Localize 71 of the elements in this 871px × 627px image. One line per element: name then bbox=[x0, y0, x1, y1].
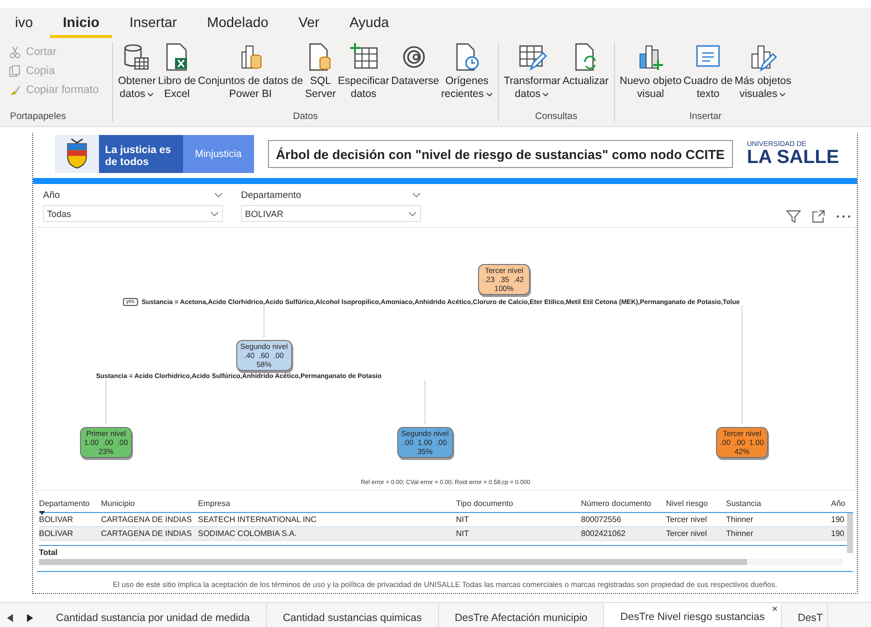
ribbon-button[interactable]: Más objetos visuales bbox=[734, 42, 792, 101]
page-tab[interactable]: DesTre Nivel riesgo sustancias × bbox=[604, 603, 782, 627]
ribbon-group-label: Portapapeles bbox=[10, 111, 66, 122]
column-header[interactable]: Municipio bbox=[101, 499, 198, 508]
copy-icon bbox=[8, 64, 22, 78]
column-header[interactable]: Número documento bbox=[581, 499, 666, 508]
chevron-down-icon[interactable] bbox=[214, 192, 223, 198]
chevron-down-icon[interactable] bbox=[412, 192, 421, 198]
ribbon-tab[interactable]: Ver bbox=[285, 8, 332, 38]
scissors-icon bbox=[8, 45, 22, 59]
close-tab-button[interactable]: × bbox=[772, 604, 778, 615]
table-cell-text: NIT bbox=[456, 515, 470, 524]
column-header[interactable]: Empresa bbox=[198, 499, 456, 508]
ribbon-tab[interactable]: ivo bbox=[2, 8, 46, 38]
university-name: LA SALLE bbox=[746, 148, 839, 167]
ribbon-button[interactable]: Actualizar bbox=[562, 42, 610, 101]
brush-icon bbox=[8, 83, 22, 97]
table-cell-text: 800072556 bbox=[581, 515, 622, 524]
slicer-dropdown[interactable]: Todas bbox=[43, 205, 223, 222]
ribbon-button[interactable]: Conjuntos de datos de Power BI bbox=[196, 42, 304, 101]
table-cell-text: 190 bbox=[831, 515, 846, 524]
slicer-label: Departamento bbox=[241, 190, 302, 200]
sort-arrow-icon bbox=[39, 511, 45, 515]
vertical-scrollbar[interactable] bbox=[847, 513, 853, 553]
table-cell-text: Thinner bbox=[726, 515, 754, 524]
ribbon-group-label: Consultas bbox=[535, 111, 578, 122]
table-cell-text: CARTAGENA DE INDIAS bbox=[101, 529, 193, 538]
table-cell-text: Thinner bbox=[726, 529, 754, 538]
total-label: Total bbox=[39, 548, 59, 557]
ribbon-button[interactable]: Dataverse bbox=[390, 42, 440, 101]
horizontal-scrollbar[interactable] bbox=[39, 559, 843, 565]
ribbon-button[interactable]: Cuadro de texto bbox=[682, 42, 734, 101]
filter-icon[interactable] bbox=[786, 209, 801, 224]
column-header[interactable]: Departamento bbox=[39, 499, 101, 508]
ribbon-button[interactable]: Especificar datos bbox=[336, 42, 390, 101]
tree-edge bbox=[424, 380, 426, 424]
table-cell-text: NIT bbox=[456, 529, 470, 538]
ribbon-button[interactable]: Obtener datos bbox=[117, 42, 157, 101]
ribbon-group-label: Datos bbox=[292, 111, 318, 122]
column-header[interactable]: Sustancia bbox=[726, 499, 831, 508]
chevron-down-icon bbox=[408, 210, 417, 216]
table-cell-text: SEATECH INTERNATIONAL INC bbox=[198, 515, 318, 524]
table-cell-text: BOLIVAR bbox=[39, 515, 74, 524]
ribbon-button[interactable]: Libro de Excel bbox=[156, 42, 197, 101]
table-cell-text: Tercer nivel bbox=[666, 515, 708, 524]
table-cell-text: Tercer nivel bbox=[666, 529, 708, 538]
report-title: Árbol de decisión con "nivel de riesgo de sustancias" como nodo CCITE bbox=[268, 140, 733, 168]
table-cell-text: CARTAGENA DE INDIAS bbox=[101, 515, 193, 524]
previous-arrow-icon[interactable] bbox=[7, 614, 13, 622]
table-cell-text: 8002421062 bbox=[581, 529, 626, 538]
ribbon-button[interactable]: Transformar datos bbox=[502, 42, 562, 101]
column-header[interactable]: Año bbox=[831, 499, 853, 508]
table-cell-text: SODIMAC COLOMBIA S.A. bbox=[198, 529, 298, 538]
slogan-text: La justicia es de todos bbox=[99, 135, 183, 173]
ribbon-tab[interactable]: Ayuda bbox=[336, 8, 402, 38]
focus-mode-icon[interactable] bbox=[811, 209, 826, 224]
next-arrow-icon[interactable] bbox=[27, 614, 33, 622]
slicer-dropdown[interactable]: BOLIVAR bbox=[241, 205, 421, 222]
column-header[interactable]: Tipo documento bbox=[456, 499, 581, 508]
ribbon-tab[interactable]: Insertar bbox=[116, 8, 190, 38]
ribbon-group-label: Insertar bbox=[689, 111, 722, 122]
ribbon-button[interactable]: Orígenes recientes bbox=[440, 42, 494, 101]
ribbon-button[interactable]: SQL Server bbox=[304, 42, 337, 101]
ribbon-button[interactable]: Nuevo objeto visual bbox=[618, 42, 683, 101]
table-cell-text: 190 bbox=[831, 529, 846, 538]
ministry-name: Minjusticia bbox=[183, 135, 254, 173]
ribbon-tab[interactable]: Modelado bbox=[194, 8, 282, 38]
column-header[interactable]: Nivel riesgo bbox=[666, 499, 726, 508]
slicer-label: Año bbox=[43, 190, 60, 200]
chevron-down-icon bbox=[210, 210, 219, 216]
table-cell-text: BOLIVAR bbox=[39, 529, 74, 538]
